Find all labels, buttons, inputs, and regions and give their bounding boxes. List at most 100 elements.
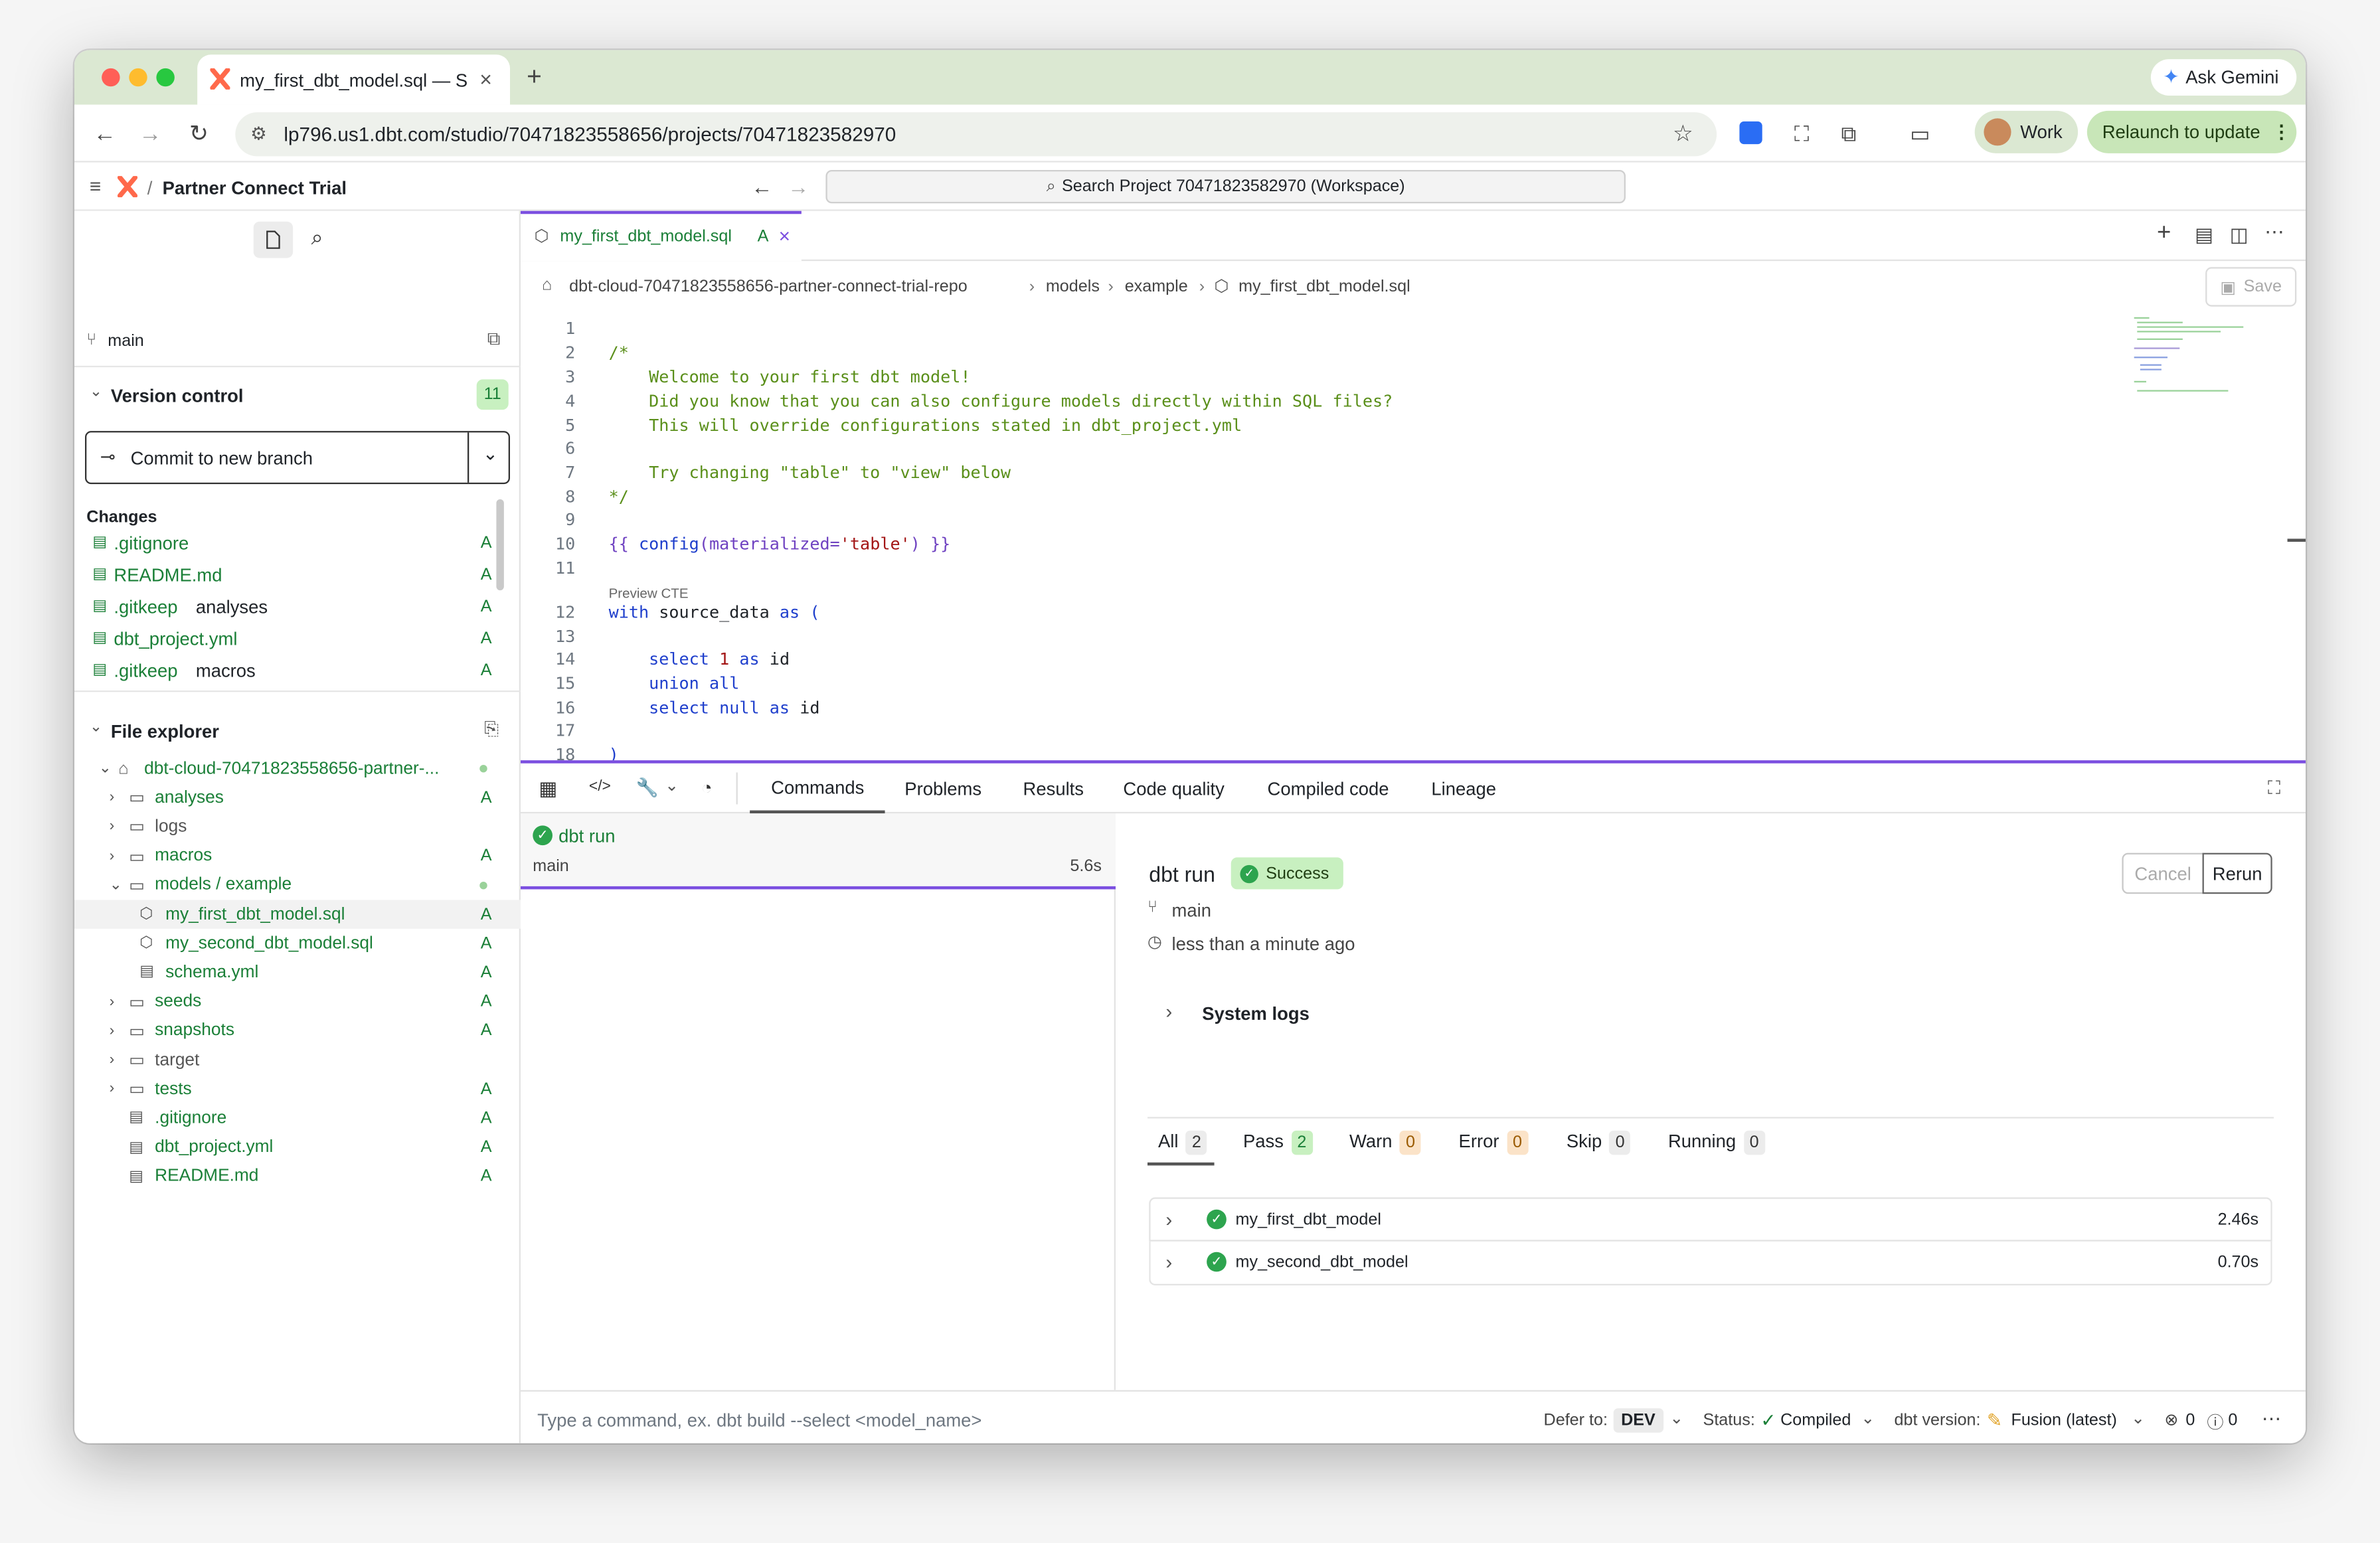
chevron-right-icon[interactable]: ›: [110, 1022, 115, 1039]
chevron-right-icon[interactable]: ›: [110, 848, 115, 864]
extensions-puzzle-icon[interactable]: ⧉: [1833, 118, 1864, 149]
change-item[interactable]: ▤ dbt_project.yml A: [74, 622, 521, 654]
filter-skip[interactable]: Skip 0: [1567, 1130, 1631, 1155]
dbt-logo-icon[interactable]: [117, 176, 138, 198]
tree-item[interactable]: › ▭ snapshots A: [74, 1016, 521, 1045]
warning-count[interactable]: 0: [2228, 1412, 2237, 1429]
tree-item[interactable]: ⬡ my_first_dbt_model.sql A: [74, 900, 521, 929]
breadcrumb-repo[interactable]: dbt-cloud-70471823558656-partner-connect…: [569, 278, 968, 295]
back-icon[interactable]: ←: [90, 118, 120, 149]
change-item[interactable]: ▤ .gitkeep analyses A: [74, 590, 521, 622]
system-logs-toggle[interactable]: System logs: [1202, 1003, 1310, 1024]
ask-gemini-button[interactable]: ✦ Ask Gemini: [2150, 59, 2297, 96]
result-row[interactable]: › ✓ my_first_dbt_model 2.46s: [1149, 1197, 2272, 1242]
tab-lineage[interactable]: Lineage: [1431, 764, 1496, 813]
tree-item[interactable]: ⬡ my_second_dbt_model.sql A: [74, 929, 521, 957]
new-tab-icon[interactable]: +: [527, 62, 542, 93]
tab-commands[interactable]: Commands: [750, 764, 886, 814]
code-editor[interactable]: 1 2 3 4 5 6 7 8 9 10 11 12 13 14 15 16 17 18 /* Welcome t…: [521, 311, 2281, 760]
chevron-right-icon[interactable]: ›: [110, 1081, 115, 1097]
tree-item[interactable]: › ▭ tests A: [74, 1075, 521, 1103]
tab-close-icon[interactable]: ×: [479, 67, 492, 92]
filter-error[interactable]: Error 0: [1459, 1130, 1528, 1155]
version-dropdown[interactable]: Fusion (latest): [2011, 1412, 2117, 1429]
tab-results[interactable]: Results: [1023, 764, 1084, 813]
relaunch-button[interactable]: Relaunch to update ⋮: [2086, 110, 2297, 153]
chevron-down-icon[interactable]: ⌄: [90, 719, 102, 736]
files-view-button[interactable]: [253, 221, 294, 258]
copy-icon[interactable]: ⧉: [487, 328, 501, 351]
filter-running[interactable]: Running 0: [1668, 1130, 1765, 1155]
close-window-button[interactable]: [102, 68, 120, 87]
chevron-down-icon[interactable]: ⌄: [110, 877, 122, 894]
preview-cte-link[interactable]: Preview CTE: [609, 586, 689, 601]
forward-icon[interactable]: →: [135, 118, 165, 149]
nav-back-icon[interactable]: ←: [751, 175, 772, 199]
tree-item[interactable]: ▤ dbt_project.yml A: [74, 1133, 521, 1161]
tree-item[interactable]: › ▭ macros A: [74, 842, 521, 870]
search-icon[interactable]: ⌕: [311, 224, 323, 250]
chevron-down-icon[interactable]: ⌄: [1861, 1408, 1875, 1427]
tab-code-quality[interactable]: Code quality: [1123, 764, 1224, 813]
bookmark-star-icon[interactable]: ☆: [1673, 120, 1693, 147]
tab-problems[interactable]: Problems: [904, 764, 981, 813]
site-info-icon[interactable]: ⚙: [250, 123, 267, 144]
tree-item[interactable]: › ▭ target: [74, 1046, 521, 1074]
file-explorer-title[interactable]: File explorer: [111, 721, 219, 742]
filter-all[interactable]: All 2: [1158, 1130, 1207, 1155]
change-item[interactable]: ▤ .gitkeep macros A: [74, 654, 521, 686]
rerun-button[interactable]: Rerun: [2202, 853, 2272, 894]
minimap[interactable]: [2131, 314, 2283, 405]
tree-item[interactable]: › ▭ seeds A: [74, 987, 521, 1016]
save-button[interactable]: ▣ Save: [2205, 267, 2297, 307]
tree-item[interactable]: ⌄ ⌂ dbt-cloud-70471823558656-partner-...: [74, 754, 521, 783]
chevron-down-icon[interactable]: ⌄: [665, 775, 679, 795]
chevron-down-icon[interactable]: ⌄: [483, 443, 498, 464]
tree-item[interactable]: ⌄ ▭ models / example: [74, 871, 521, 900]
new-file-icon[interactable]: ⎘: [484, 718, 499, 740]
cancel-button[interactable]: Cancel: [2122, 853, 2204, 894]
filter-pass[interactable]: Pass 2: [1243, 1130, 1313, 1155]
table-icon[interactable]: ▦: [539, 777, 557, 801]
filter-warn[interactable]: Warn 0: [1349, 1130, 1421, 1155]
palette-icon[interactable]: ◔: [701, 777, 713, 798]
add-tab-icon[interactable]: +: [2157, 220, 2171, 247]
chevron-right-icon[interactable]: ›: [110, 993, 115, 1010]
tree-item[interactable]: › ▭ logs: [74, 813, 521, 841]
chevron-right-icon[interactable]: ›: [1165, 1208, 1172, 1230]
project-search-input[interactable]: ⌕ Search Project 70471823582970 (Workspa…: [825, 169, 1626, 204]
command-input[interactable]: Type a command, ex. dbt build --select <…: [537, 1410, 981, 1431]
wrench-icon[interactable]: 🔧: [636, 777, 659, 798]
minimize-window-button[interactable]: [129, 68, 147, 87]
history-item[interactable]: ✓ dbt run main 5.6s: [520, 813, 1116, 890]
chevron-right-icon[interactable]: ›: [1165, 1250, 1172, 1273]
maximize-icon[interactable]: ⛶: [2268, 777, 2280, 799]
tree-item[interactable]: ▤ schema.yml A: [74, 958, 521, 987]
tree-item[interactable]: ▤ README.md A: [74, 1162, 521, 1190]
browser-tab[interactable]: my_first_dbt_model.sql — Se ×: [197, 54, 510, 105]
change-item[interactable]: ▤ .gitignore A: [74, 527, 521, 558]
chevron-down-icon[interactable]: ⌄: [99, 760, 112, 777]
error-count[interactable]: 0: [2185, 1412, 2195, 1429]
cast-icon[interactable]: ▭: [1905, 118, 1936, 149]
breadcrumb-file[interactable]: my_first_dbt_model.sql: [1238, 278, 1410, 295]
extension-icon[interactable]: [1739, 121, 1762, 145]
editor-tab[interactable]: ⬡ my_first_dbt_model.sql A ×: [520, 210, 802, 262]
screenshot-icon[interactable]: ⛶: [1786, 118, 1817, 149]
change-item[interactable]: ▤ README.md A: [74, 558, 521, 590]
breadcrumb-example[interactable]: example: [1125, 278, 1188, 295]
result-row[interactable]: › ✓ my_second_dbt_model 0.70s: [1149, 1241, 2272, 1285]
status-dropdown[interactable]: Compiled: [1780, 1412, 1851, 1429]
chevron-down-icon[interactable]: ⌄: [90, 384, 102, 400]
commit-button[interactable]: Commit to new branch: [131, 447, 313, 469]
chevron-right-icon[interactable]: ›: [1165, 1000, 1172, 1022]
tree-item[interactable]: › ▭ analyses A: [74, 783, 521, 812]
breadcrumb-models[interactable]: models: [1046, 278, 1100, 295]
profile-button[interactable]: Work: [1974, 110, 2079, 153]
chevron-right-icon[interactable]: ›: [110, 789, 115, 806]
reload-icon[interactable]: ↻: [184, 118, 214, 149]
tree-item[interactable]: ▤ .gitignore A: [74, 1104, 521, 1133]
defer-dropdown[interactable]: DEV: [1613, 1408, 1663, 1433]
split-view-icon[interactable]: ◫: [2230, 223, 2249, 248]
branch-name[interactable]: main: [108, 333, 143, 351]
